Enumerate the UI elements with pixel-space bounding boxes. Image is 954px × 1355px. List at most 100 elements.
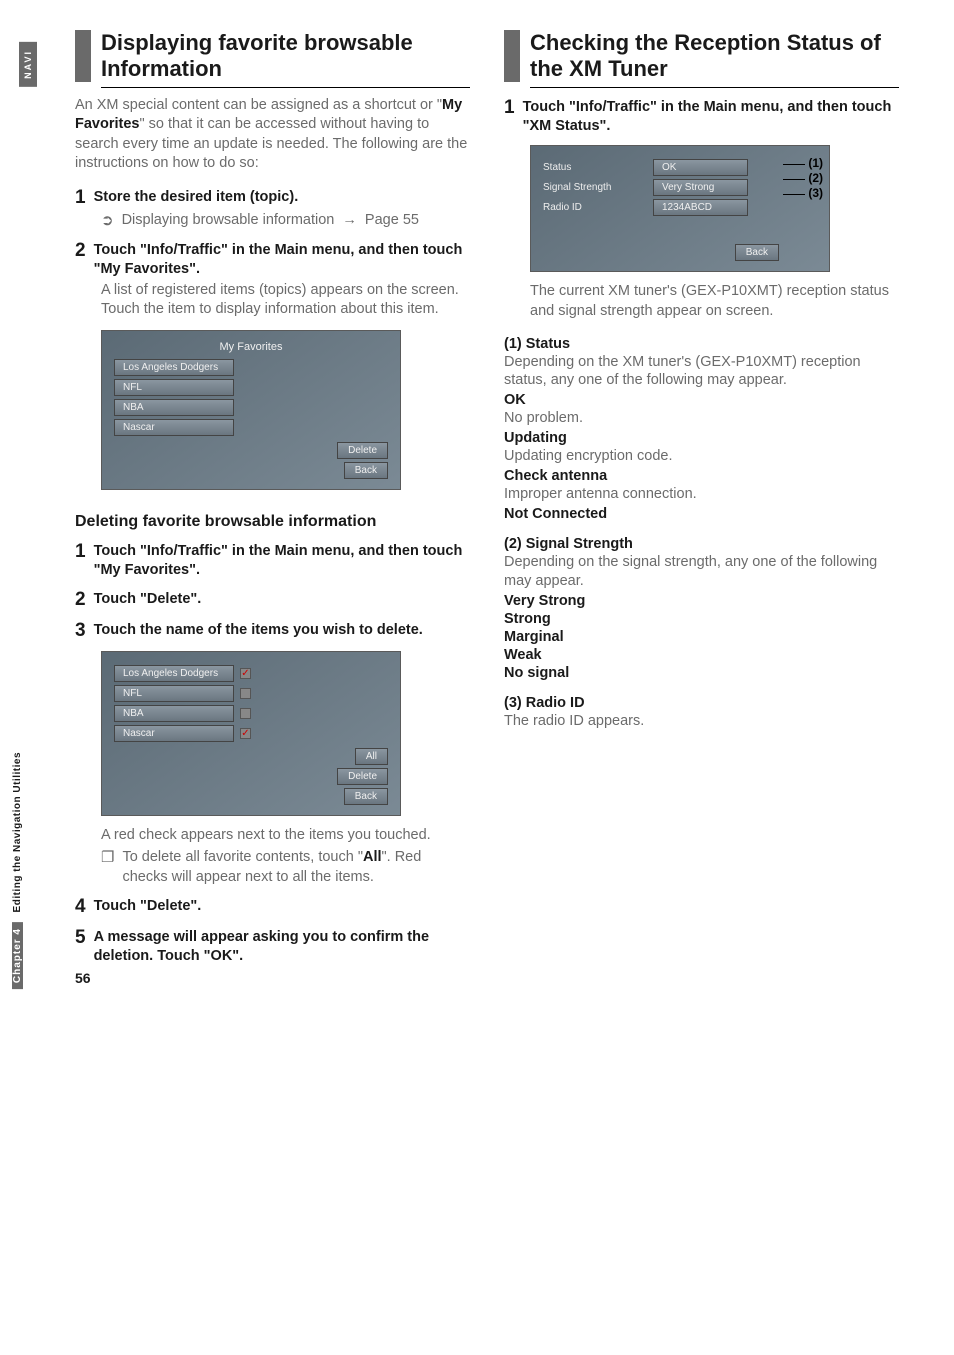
fig2-all-button[interactable]: All bbox=[355, 748, 388, 765]
step-1-text: Store the desired item (topic). bbox=[94, 188, 470, 207]
section-title-right: Checking the Reception Status of the XM … bbox=[530, 30, 899, 88]
step-2-body: A list of registered items (topics) appe… bbox=[101, 281, 470, 320]
fig2-item-0[interactable]: Los Angeles Dodgers bbox=[114, 665, 234, 682]
d5-text: A message will appear asking you to conf… bbox=[94, 928, 470, 966]
antenna-body: Improper antenna connection. bbox=[504, 485, 899, 504]
check-icon-red bbox=[240, 728, 251, 739]
bullet-text-b: Page 55 bbox=[365, 212, 419, 228]
step-1-bullet: ➲ Displaying browsable information → Pag… bbox=[101, 211, 470, 231]
check-icon-red bbox=[240, 668, 251, 679]
p2-title: (2) Signal Strength bbox=[504, 536, 899, 552]
fig2-item-1-label: NFL bbox=[123, 688, 142, 699]
bullet-arrow-icon: ➲ bbox=[101, 211, 114, 231]
fig2-item-3[interactable]: Nascar bbox=[114, 725, 234, 742]
figure-delete-list: Los Angeles Dodgers NFL NBA Nascar All D… bbox=[101, 651, 470, 816]
ok-title: OK bbox=[504, 392, 899, 408]
fig2-item-2[interactable]: NBA bbox=[114, 705, 234, 722]
right-arrow-icon: → bbox=[342, 211, 357, 231]
fig2-item-1[interactable]: NFL bbox=[114, 685, 234, 702]
fig2-item-0-label: Los Angeles Dodgers bbox=[123, 668, 218, 679]
fig1-back-button[interactable]: Back bbox=[344, 462, 388, 479]
check-icon bbox=[240, 688, 251, 699]
d4-text: Touch "Delete". bbox=[94, 897, 470, 916]
radioid-value: 1234ABCD bbox=[653, 199, 748, 216]
subheading-deleting: Deleting favorite browsable information bbox=[75, 512, 470, 532]
d2-num: 2 bbox=[75, 590, 86, 611]
figr-back-button[interactable]: Back bbox=[735, 244, 779, 261]
fig1-title: My Favorites bbox=[114, 341, 388, 353]
fig1-delete-button[interactable]: Delete bbox=[337, 442, 388, 459]
del-step-1: 1 Touch "Info/Traffic" in the Main menu,… bbox=[75, 542, 470, 580]
figure-xm-status: StatusOK Signal StrengthVery Strong Radi… bbox=[530, 145, 899, 272]
intro-paragraph: An XM special content can be assigned as… bbox=[75, 96, 470, 174]
section-title-left: Displaying favorite browsable Informatio… bbox=[101, 30, 470, 88]
right-column: Checking the Reception Status of the XM … bbox=[504, 30, 899, 968]
side-tab-chapter: Editing the Navigation Utilities Chapter… bbox=[12, 740, 57, 990]
fig2-delete-button[interactable]: Delete bbox=[337, 768, 388, 785]
page-number: 56 bbox=[75, 970, 91, 986]
status-label: Status bbox=[543, 162, 653, 173]
figure-my-favorites: My Favorites Los Angeles Dodgers NFL NBA… bbox=[101, 330, 470, 490]
chapter-label: Chapter 4 bbox=[12, 922, 23, 989]
updating-body: Updating encryption code. bbox=[504, 447, 899, 466]
d3-text: Touch the name of the items you wish to … bbox=[94, 621, 470, 640]
d3-note-a: To delete all favorite contents, touch " bbox=[122, 849, 363, 865]
d2-text: Touch "Delete". bbox=[94, 590, 470, 609]
bullet-text: Displaying browsable information → Page … bbox=[122, 211, 470, 231]
ss-strong: Strong bbox=[504, 611, 899, 627]
d3-note-text: To delete all favorite contents, touch "… bbox=[122, 848, 470, 887]
fig2-item-2-label: NBA bbox=[123, 708, 144, 719]
ss-marginal: Marginal bbox=[504, 629, 899, 645]
radioid-label: Radio ID bbox=[543, 202, 653, 213]
r1-num: 1 bbox=[504, 98, 515, 119]
bullet-text-a: Displaying browsable information bbox=[122, 212, 335, 228]
fig1-item-3[interactable]: Nascar bbox=[114, 419, 234, 436]
del-step-2: 2 Touch "Delete". bbox=[75, 590, 470, 611]
note-box-icon: ❐ bbox=[101, 848, 114, 887]
util-label: Editing the Navigation Utilities bbox=[12, 752, 23, 912]
p3-title: (3) Radio ID bbox=[504, 695, 899, 711]
updating-title: Updating bbox=[504, 430, 899, 446]
fig1-item-1[interactable]: NFL bbox=[114, 379, 234, 396]
ok-body: No problem. bbox=[504, 409, 899, 428]
fig2-item-3-label: Nascar bbox=[123, 728, 155, 739]
d1-num: 1 bbox=[75, 542, 86, 563]
fig2-back-button[interactable]: Back bbox=[344, 788, 388, 805]
navi-label: NAVI bbox=[19, 42, 37, 87]
callout-1: (1) bbox=[783, 156, 823, 171]
del-step-4: 4 Touch "Delete". bbox=[75, 897, 470, 918]
del-step-3: 3 Touch the name of the items you wish t… bbox=[75, 621, 470, 642]
d4-num: 4 bbox=[75, 897, 86, 918]
callout-2: (2) bbox=[783, 171, 823, 186]
ss-weak: Weak bbox=[504, 647, 899, 663]
p1-title: (1) Status bbox=[504, 336, 899, 352]
r1-text: Touch "Info/Traffic" in the Main menu, a… bbox=[523, 98, 899, 136]
r1-body: The current XM tuner's (GEX-P10XMT) rece… bbox=[530, 282, 899, 321]
ss-verystrong: Very Strong bbox=[504, 593, 899, 609]
p2-body: Depending on the signal strength, any on… bbox=[504, 553, 899, 591]
fig1-item-0[interactable]: Los Angeles Dodgers bbox=[114, 359, 234, 376]
d3-num: 3 bbox=[75, 621, 86, 642]
step-2-num: 2 bbox=[75, 241, 86, 262]
antenna-title: Check antenna bbox=[504, 468, 899, 484]
check-icon bbox=[240, 708, 251, 719]
signal-label: Signal Strength bbox=[543, 182, 653, 193]
d3-body: A red check appears next to the items yo… bbox=[101, 826, 470, 846]
notconnected-title: Not Connected bbox=[504, 506, 899, 522]
step-1-num: 1 bbox=[75, 188, 86, 209]
d1-text: Touch "Info/Traffic" in the Main menu, a… bbox=[94, 542, 470, 580]
step-2-text: Touch "Info/Traffic" in the Main menu, a… bbox=[94, 241, 470, 279]
step-2: 2 Touch "Info/Traffic" in the Main menu,… bbox=[75, 241, 470, 279]
p1-body: Depending on the XM tuner's (GEX-P10XMT)… bbox=[504, 353, 899, 391]
p3-body: The radio ID appears. bbox=[504, 712, 899, 731]
figure-callouts: (1) (2) (3) bbox=[783, 156, 823, 201]
side-tab-navi: NAVI bbox=[0, 42, 55, 87]
signal-value: Very Strong bbox=[653, 179, 748, 196]
del-step-5: 5 A message will appear asking you to co… bbox=[75, 928, 470, 966]
d3-note-bold: All bbox=[363, 849, 382, 865]
intro-a: An XM special content can be assigned as… bbox=[75, 97, 442, 113]
d3-note: ❐ To delete all favorite contents, touch… bbox=[101, 848, 470, 887]
fig1-item-2[interactable]: NBA bbox=[114, 399, 234, 416]
left-column: Displaying favorite browsable Informatio… bbox=[75, 30, 470, 968]
step-1: 1 Store the desired item (topic). bbox=[75, 188, 470, 209]
